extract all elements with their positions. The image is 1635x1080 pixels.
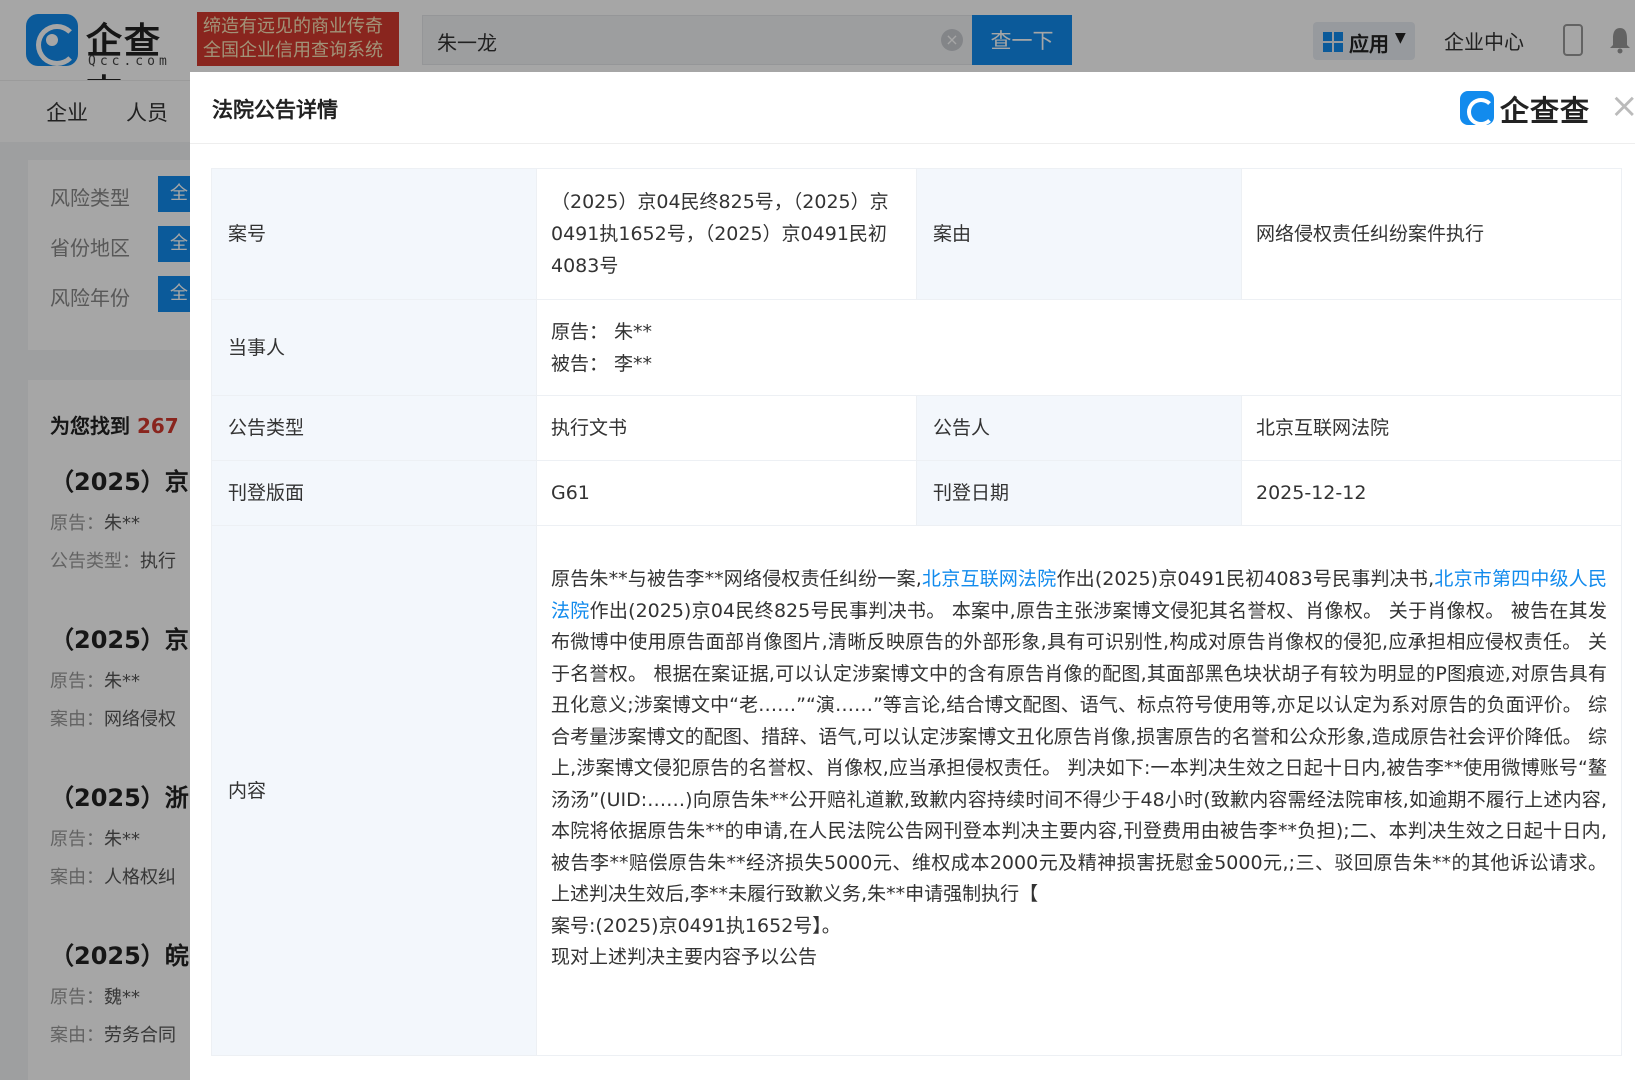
case-number-label: 案号 bbox=[211, 168, 537, 300]
plaintiff-value: 原告： 朱** bbox=[551, 320, 653, 343]
content-case-line: 案号:(2025)京0491执1652号】。 bbox=[551, 914, 841, 937]
cause-label: 案由 bbox=[916, 168, 1242, 300]
modal-title: 法院公告详情 bbox=[212, 98, 338, 122]
content-fade bbox=[537, 995, 1621, 1055]
close-icon[interactable]: × bbox=[1610, 86, 1635, 126]
case-number-value: （2025）京04民终825号，（2025）京0491执1652号，（2025）… bbox=[536, 168, 917, 300]
announcer-value: 北京互联网法院 bbox=[1241, 395, 1622, 461]
notice-type-label: 公告类型 bbox=[211, 395, 537, 461]
layout-value: G61 bbox=[536, 460, 917, 526]
publish-date-value: 2025-12-12 bbox=[1241, 460, 1622, 526]
modal-header: 法院公告详情 企查查 × bbox=[190, 72, 1635, 144]
notice-detail-table: 案号 （2025）京04民终825号，（2025）京0491执1652号，（20… bbox=[211, 168, 1622, 1056]
content-value: 原告朱**与被告李**网络侵权责任纠纷一案,北京互联网法院作出(2025)京04… bbox=[536, 525, 1622, 1056]
logo-mark-icon bbox=[1460, 91, 1495, 126]
publish-date-label: 刊登日期 bbox=[916, 460, 1242, 526]
notice-type-value: 执行文书 bbox=[536, 395, 917, 461]
content-label: 内容 bbox=[211, 525, 537, 1056]
announcer-label: 公告人 bbox=[916, 395, 1242, 461]
modal-logo: 企查查 bbox=[1460, 88, 1600, 128]
defendant-value: 被告： 李** bbox=[551, 352, 653, 375]
parties-label: 当事人 bbox=[211, 299, 537, 396]
cause-value: 网络侵权责任纠纷案件执行 bbox=[1241, 168, 1622, 300]
court-notice-modal: 法院公告详情 企查查 × 案号 （2025）京04民终825号，（2025）京0… bbox=[190, 72, 1635, 1080]
parties-value: 原告： 朱** 被告： 李** bbox=[536, 299, 1622, 396]
modal-logo-text: 企查查 bbox=[1500, 94, 1591, 128]
layout-label: 刊登版面 bbox=[211, 460, 537, 526]
content-last-line: 现对上述判决主要内容予以公告 bbox=[551, 946, 818, 968]
court-link-beijing-internet[interactable]: 北京互联网法院 bbox=[922, 568, 1057, 590]
